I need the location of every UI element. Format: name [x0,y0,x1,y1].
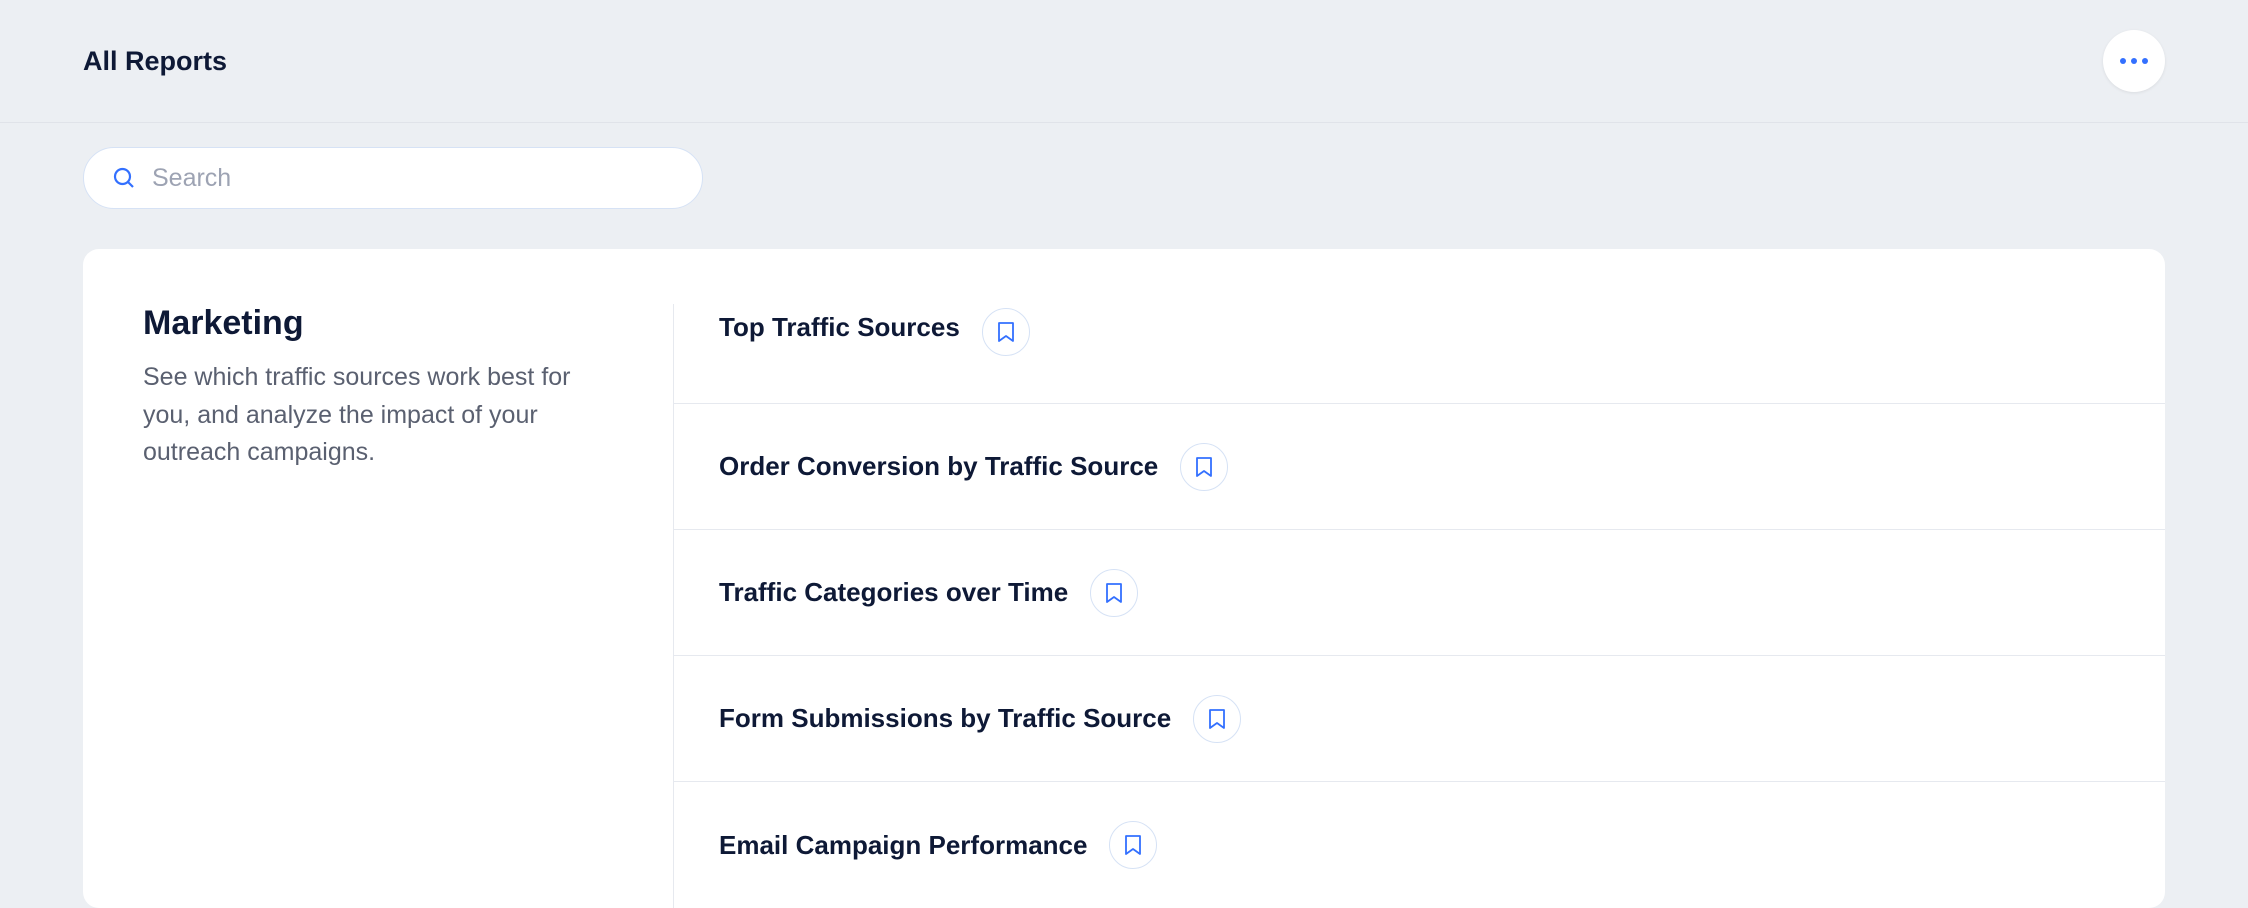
category-sidebar: Marketing See which traffic sources work… [83,304,673,908]
category-title: Marketing [143,304,603,343]
bookmark-icon [1195,456,1213,478]
bookmark-button[interactable] [1180,443,1228,491]
bookmark-icon [1124,834,1142,856]
reports-list: Top Traffic Sources Order Conversion by … [673,304,2165,908]
more-options-button[interactable] [2103,30,2165,92]
page-title: All Reports [83,46,227,77]
report-item-top-traffic-sources[interactable]: Top Traffic Sources [674,304,2165,404]
report-name: Top Traffic Sources [719,304,960,343]
report-name: Email Campaign Performance [719,830,1087,861]
report-name: Traffic Categories over Time [719,577,1068,608]
report-name: Order Conversion by Traffic Source [719,451,1158,482]
report-item-email-campaign[interactable]: Email Campaign Performance [674,782,2165,908]
report-name: Form Submissions by Traffic Source [719,703,1171,734]
bookmark-button[interactable] [1090,569,1138,617]
bookmark-icon [1208,708,1226,730]
bookmark-button[interactable] [1109,821,1157,869]
category-description: See which traffic sources work best for … [143,359,603,472]
more-icon [2120,58,2148,64]
report-item-form-submissions[interactable]: Form Submissions by Traffic Source [674,656,2165,782]
page-header: All Reports [0,0,2248,123]
search-container [0,123,2248,209]
search-box[interactable] [83,147,703,209]
bookmark-button[interactable] [1193,695,1241,743]
search-input[interactable] [152,164,674,193]
bookmark-button[interactable] [982,308,1030,356]
report-item-traffic-categories[interactable]: Traffic Categories over Time [674,530,2165,656]
bookmark-icon [1105,582,1123,604]
search-icon [112,166,136,190]
bookmark-icon [997,321,1015,343]
content-card: Marketing See which traffic sources work… [83,249,2165,908]
report-item-order-conversion[interactable]: Order Conversion by Traffic Source [674,404,2165,530]
